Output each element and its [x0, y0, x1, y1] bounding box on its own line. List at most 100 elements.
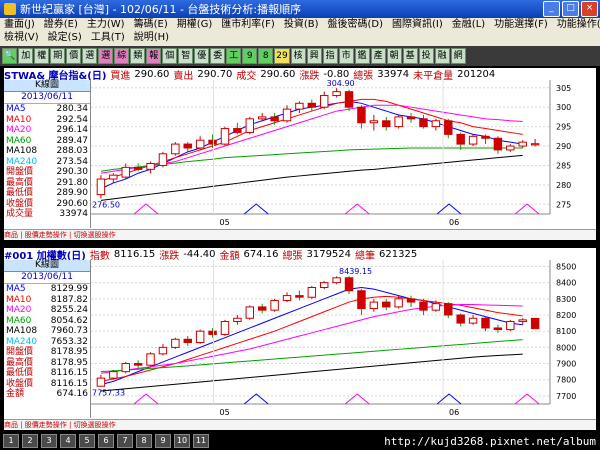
bottom-ktype-label[interactable]: K線圖	[4, 260, 90, 272]
top-legend-value: 296.14	[56, 125, 89, 135]
toolbar-button-4[interactable]: 選	[82, 48, 98, 64]
toolbar-button-17[interactable]: 核	[290, 48, 306, 64]
close-icon[interactable]: ×	[581, 1, 598, 17]
menu-item-4[interactable]: 期權(G)	[177, 18, 213, 31]
menu-item-2[interactable]: 主力(W)	[87, 18, 125, 31]
top-status-strip: 商品 | 股價走勢操作 | 切換選股操作	[4, 229, 596, 240]
toolbar-button-13[interactable]: 工	[226, 48, 242, 64]
footer-tab-2[interactable]: 3	[41, 434, 57, 448]
bottom-candle	[406, 298, 416, 303]
footer-tab-8[interactable]: 9	[155, 434, 171, 448]
menu-row-2: 檢視(V) 設定(S) 工具(T) 說明(H)	[0, 31, 600, 44]
top-legend-name: MA20	[6, 125, 32, 135]
toolbar-button-2[interactable]: 期	[50, 48, 66, 64]
footer-tab-5[interactable]: 6	[98, 434, 114, 448]
footer-tab-9[interactable]: 10	[174, 434, 190, 448]
top-legend-value: 290.60	[56, 198, 89, 209]
toolbar-button-19[interactable]: 指	[322, 48, 338, 64]
footer-tab-10[interactable]: 11	[193, 434, 209, 448]
menu-item-b-3[interactable]: 說明(H)	[134, 31, 169, 44]
top-candle	[133, 166, 143, 170]
minimize-icon[interactable]: _	[543, 1, 560, 17]
top-low-label: 276.50	[92, 200, 120, 209]
top-quote-bar: STWA& 摩台指&(日) 買進 290.60 賣出 290.70 成交 290.60 漲跌…	[4, 68, 596, 82]
top-candle	[481, 135, 490, 139]
bottom-legend-value: 8054.62	[50, 315, 88, 326]
toolbar-button-15[interactable]: 8	[258, 48, 274, 64]
bottom-candle	[295, 295, 304, 298]
toolbar-button-9[interactable]: 個	[162, 48, 178, 64]
toolbar-button-1[interactable]: 權	[34, 48, 50, 64]
bottom-legend-row: MA240 7653.32	[4, 337, 90, 348]
bottom-ytick-label: 7700	[556, 392, 576, 401]
toolbar-button-0[interactable]: 加	[18, 48, 34, 64]
title-bar: 新世紀贏家 [台灣] - 102/06/11 - 台盤技術分析:播報順序 _ □…	[0, 0, 600, 18]
footer-tab-4[interactable]: 5	[79, 434, 95, 448]
search-icon[interactable]: 🔍	[2, 48, 18, 64]
toolbar-button-12[interactable]: 委	[210, 48, 226, 64]
toolbar-button-20[interactable]: 市	[338, 48, 354, 64]
menu-item-7[interactable]: 盤後密碼(D)	[328, 18, 384, 31]
bottom-legend-row: 最低價 8116.15	[4, 368, 90, 379]
maximize-icon[interactable]: □	[562, 1, 579, 17]
toolbar-button-3[interactable]: 價	[66, 48, 82, 64]
toolbar-button-10[interactable]: 智	[178, 48, 194, 64]
menu-item-3[interactable]: 籌碼(E)	[134, 18, 168, 31]
bottom-candle	[121, 363, 130, 373]
top-candle	[307, 102, 317, 108]
menu-item-b-2[interactable]: 工具(T)	[91, 31, 125, 44]
top-candlestick-chart[interactable]: 305 300 295 290 285 280 275 304.90 276.50 05 06	[91, 80, 596, 228]
top-candle	[233, 128, 242, 133]
menu-item-5[interactable]: 匯市利率(F)	[221, 18, 275, 31]
toolbar-button-22[interactable]: 產	[370, 48, 386, 64]
bottom-month-label: 05	[220, 408, 230, 417]
bottom-legend-value: 8129.99	[50, 284, 88, 294]
bottom-legend-row: MA108 7960.73	[4, 326, 90, 337]
top-candle	[419, 118, 428, 128]
toolbar-button-7[interactable]: 類	[130, 48, 146, 64]
toolbar-button-25[interactable]: 投	[418, 48, 434, 64]
bottom-legend-row: MA5 8129.99	[4, 284, 90, 295]
footer-tab-7[interactable]: 8	[136, 434, 152, 448]
bottom-ma-legend: K線圖 2013/06/11 MA5 8129.99 MA10 8187.82 MA20…	[4, 260, 91, 418]
top-candle	[456, 133, 465, 145]
toolbar-button-6[interactable]: 綜	[114, 48, 130, 64]
menu-item-10[interactable]: 功能選擇(F)	[494, 18, 548, 31]
menu-item-8[interactable]: 國際資訊(I)	[392, 18, 443, 31]
top-indicator-wave	[344, 203, 370, 215]
menu-item-b-0[interactable]: 檢視(V)	[4, 31, 39, 44]
footer-tab-1[interactable]: 2	[22, 434, 38, 448]
toolbar-button-24[interactable]: 基	[402, 48, 418, 64]
menu-item-b-1[interactable]: 設定(S)	[48, 31, 82, 44]
toolbar-button-26[interactable]: 融	[434, 48, 450, 64]
menu-item-0[interactable]: 畫面(J)	[4, 18, 35, 31]
footer-tab-6[interactable]: 7	[117, 434, 133, 448]
top-candle	[270, 116, 279, 122]
menu-item-6[interactable]: 投資(B)	[284, 18, 319, 31]
footer-tab-3[interactable]: 4	[60, 434, 76, 448]
menu-item-1[interactable]: 證券(E)	[44, 18, 78, 31]
toolbar-button-21[interactable]: 鑑	[354, 48, 370, 64]
bottom-candlestick-chart[interactable]: 8500 8400 8300 8200 8100 8000 7900 7800 7700 8439…	[91, 260, 596, 418]
top-legend-value: 292.54	[56, 114, 89, 125]
menu-item-11[interactable]: 功能操作(F)	[557, 18, 600, 31]
top-month-label: 06	[449, 218, 459, 227]
toolbar-button-27[interactable]: 網	[450, 48, 466, 64]
bottom-chart-panel: #001 加權數(日) 指數 8116.15 漲跌 -44.40 金額 674.16 總張 3…	[4, 248, 596, 430]
top-ktype-label[interactable]: K線圖	[4, 80, 90, 92]
toolbar-button-14[interactable]: 9	[242, 48, 258, 64]
toolbar-button-11[interactable]: 優	[194, 48, 210, 64]
top-ma-legend: K線圖 2013/06/11 MA5 280.34 MA10 292.54 MA20 29…	[4, 80, 91, 228]
top-legend-name: MA108	[6, 146, 38, 156]
top-ytick-label: 275	[556, 200, 571, 209]
toolbar-button-8[interactable]: 報	[146, 48, 162, 64]
toolbar-button-23[interactable]: 朝	[386, 48, 402, 64]
bottom-legend-name: 金額	[6, 389, 25, 399]
toolbar-button-5[interactable]: 選	[98, 48, 114, 64]
toolbar-button-18[interactable]: 興	[306, 48, 322, 64]
top-field-value-5: 201204	[457, 68, 496, 80]
toolbar-button-16[interactable]: 29	[274, 48, 290, 64]
footer-tab-0[interactable]: 1	[3, 434, 19, 448]
menu-item-9[interactable]: 金融(L)	[452, 18, 485, 31]
top-candle	[295, 102, 304, 110]
